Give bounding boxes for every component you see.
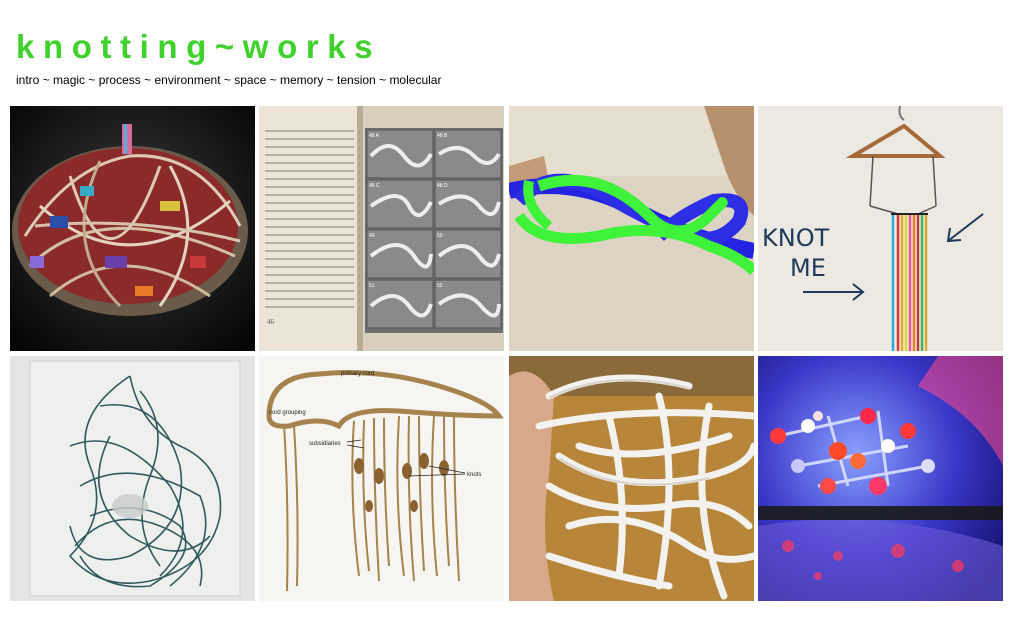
book-fig-label: 48 B (437, 133, 448, 139)
book-fig-label: 52 (437, 283, 443, 289)
image-grid: 46 48 A 48 B 48 C 48 D 49 50 51 52 KNOT … (10, 106, 1003, 601)
book-fig-label: 48 C (369, 183, 380, 189)
nav-magic[interactable]: magic (53, 73, 85, 87)
tile-knot-book[interactable]: 46 48 A 48 B 48 C 48 D 49 50 51 52 (259, 106, 504, 351)
nav-separator: ~ (223, 73, 231, 87)
photo-white-strips-icon (509, 356, 754, 601)
site-title[interactable]: knotting~works (16, 30, 381, 63)
nav-separator: ~ (42, 73, 50, 87)
nav-environment[interactable]: environment (155, 73, 221, 87)
tile-drawn-knot[interactable] (509, 106, 754, 351)
photo-tangled-thread-icon (10, 356, 255, 601)
quipu-label-subsidiaries: subsidiaries (309, 441, 341, 447)
book-fig-label: 48 A (369, 133, 380, 139)
book-fig-label: 48 D (437, 183, 448, 189)
photo-hanger-threads-icon: KNOT ME (758, 106, 1003, 351)
nav-separator: ~ (379, 73, 387, 87)
photo-book-diagrams-icon: 46 48 A 48 B 48 C 48 D 49 50 51 52 (259, 106, 504, 351)
nav-separator: ~ (269, 73, 277, 87)
photo-knotted-ball-icon (10, 106, 255, 351)
nav-separator: ~ (326, 73, 334, 87)
book-page-number: 46 (267, 318, 275, 326)
tile-thread-bag[interactable] (10, 356, 255, 601)
nav-space[interactable]: space (234, 73, 266, 87)
tile-quipu[interactable]: primary cord cord grouping subsidiaries … (259, 356, 504, 601)
photo-drawn-knot-hands-icon (509, 106, 754, 351)
main-nav: intro ~ magic ~ process ~ environment ~ … (16, 73, 441, 87)
book-fig-label: 50 (437, 233, 443, 239)
quipu-label-grouping: cord grouping (269, 410, 306, 416)
book-fig-label: 49 (369, 233, 375, 239)
quipu-label-primary: primary cord (341, 371, 374, 377)
nav-memory[interactable]: memory (280, 73, 323, 87)
photo-molecular-model-icon (758, 356, 1003, 601)
book-fig-label: 51 (369, 283, 375, 289)
tile-knot-sculpture[interactable] (10, 106, 255, 351)
nav-process[interactable]: process (99, 73, 141, 87)
nav-intro[interactable]: intro (16, 73, 39, 87)
wall-text-knot: KNOT (762, 224, 830, 252)
quipu-label-knots: knots (467, 472, 481, 478)
wall-text-me: ME (790, 254, 826, 282)
nav-separator: ~ (144, 73, 152, 87)
nav-tension[interactable]: tension (337, 73, 376, 87)
nav-molecular[interactable]: molecular (389, 73, 441, 87)
tile-white-strips[interactable] (509, 356, 754, 601)
tile-molecule[interactable] (758, 356, 1003, 601)
photo-quipu-icon: primary cord cord grouping subsidiaries … (259, 356, 504, 601)
nav-separator: ~ (88, 73, 96, 87)
tile-knot-me-wall[interactable]: KNOT ME (758, 106, 1003, 351)
